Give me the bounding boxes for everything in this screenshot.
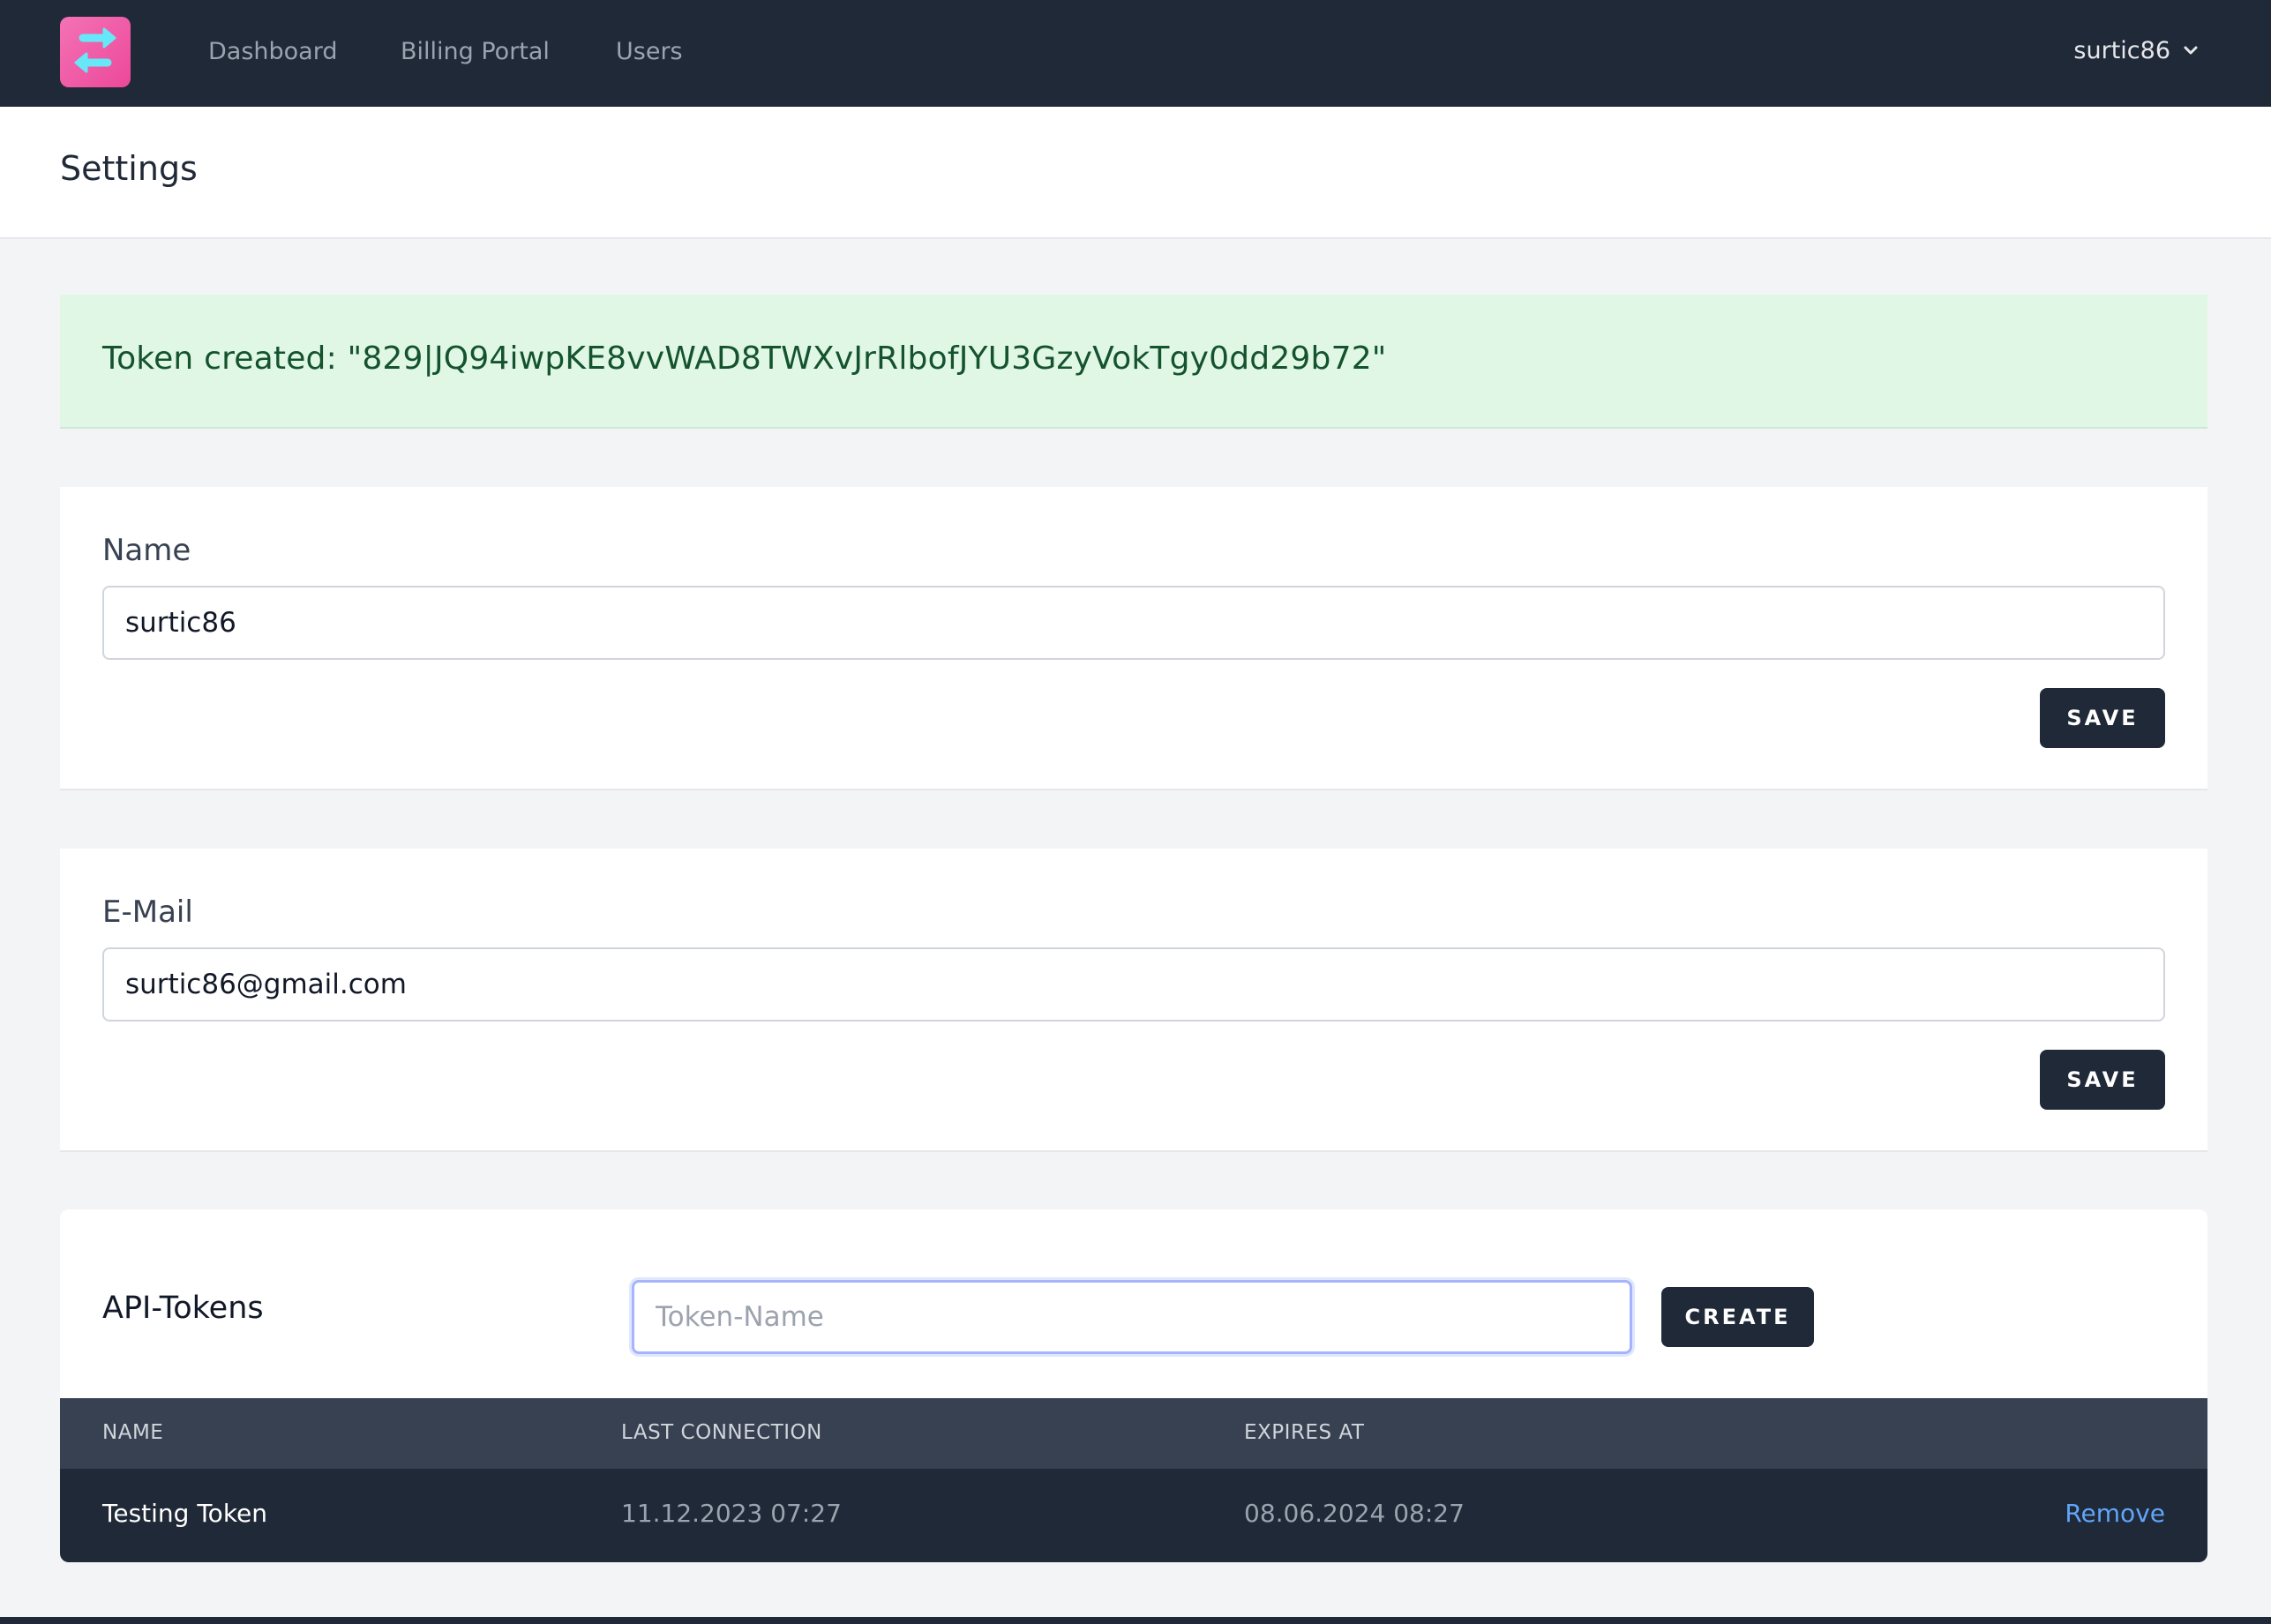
nav-link-dashboard[interactable]: Dashboard [208, 34, 337, 71]
token-name-cell: Testing Token [102, 1499, 268, 1528]
token-last-connection-cell: 11.12.2023 07:27 [621, 1499, 842, 1528]
app-logo[interactable] [60, 17, 131, 87]
success-alert: Token created: "829|JQ94iwpKE8vvWAD8TWXv… [60, 295, 2207, 429]
save-email-button[interactable]: SAVE [2040, 1050, 2165, 1110]
user-menu-name: surtic86 [2073, 36, 2170, 64]
table-row: Testing Token 11.12.2023 07:27 08.06.202… [60, 1469, 2207, 1562]
top-navbar: Dashboard Billing Portal Users surtic86 [0, 0, 2271, 107]
page-title: Settings [60, 149, 198, 188]
page-header: Settings [0, 107, 2271, 239]
api-tokens-card: API-Tokens CREATE NAME LAST CONNECTION E… [60, 1209, 2207, 1562]
api-tokens-title: API-Tokens [102, 1291, 264, 1326]
column-header-last-connection: LAST CONNECTION [621, 1421, 822, 1444]
name-input[interactable] [102, 586, 2165, 660]
email-label: E-Mail [102, 894, 193, 930]
token-expires-at-cell: 08.06.2024 08:27 [1244, 1499, 1465, 1528]
name-label: Name [102, 533, 191, 568]
nav-link-users[interactable]: Users [616, 34, 683, 71]
remove-token-link[interactable]: Remove [2065, 1499, 2165, 1528]
nav-link-billing-portal[interactable]: Billing Portal [401, 34, 550, 71]
user-menu-dropdown[interactable]: surtic86 [2073, 32, 2200, 69]
token-name-input[interactable] [632, 1280, 1632, 1354]
name-settings-card: Name SAVE [60, 487, 2207, 790]
create-token-button[interactable]: CREATE [1661, 1287, 1814, 1347]
save-name-button[interactable]: SAVE [2040, 688, 2165, 748]
tokens-table-header: NAME LAST CONNECTION EXPIRES AT [60, 1398, 2207, 1469]
column-header-name: NAME [102, 1421, 164, 1444]
column-header-expires-at: EXPIRES AT [1244, 1421, 1365, 1444]
email-input[interactable] [102, 947, 2165, 1022]
email-settings-card: E-Mail SAVE [60, 849, 2207, 1152]
footer-bar [0, 1617, 2271, 1624]
alert-message: Token created: "829|JQ94iwpKE8vvWAD8TWXv… [102, 341, 1387, 377]
exchange-arrows-icon [74, 27, 116, 73]
chevron-down-icon [2184, 46, 2198, 55]
